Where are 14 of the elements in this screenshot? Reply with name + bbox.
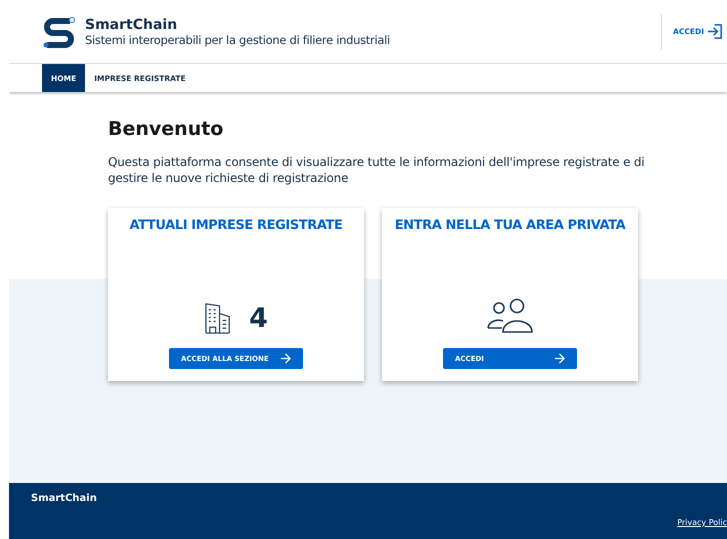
welcome-title: Benvenuto	[108, 118, 224, 140]
company-count: 4	[249, 303, 268, 334]
users-icon	[486, 298, 534, 334]
arrow-right-icon	[280, 353, 291, 364]
brand-subtitle: Sistemi interoperabili per la gestione di filiere industriali	[85, 32, 390, 46]
footer-brand: SmartChain	[31, 493, 97, 506]
login-icon	[707, 23, 724, 40]
arrow-right-icon	[554, 353, 565, 364]
card-title: ENTRA NELLA TUA AREA PRIVATA	[394, 218, 626, 233]
logo-icon	[42, 14, 76, 48]
card-title: ATTUALI IMPRESE REGISTRATE	[130, 218, 342, 233]
brand-name: SmartChain	[85, 16, 178, 32]
privacy-link[interactable]: Privacy Polic	[677, 518, 727, 527]
welcome-text: Questa piattaforma consente di visualizzare tutte le informazioni dell'imprese registrate e di gestire le nuove richieste di registrazione	[108, 154, 646, 186]
